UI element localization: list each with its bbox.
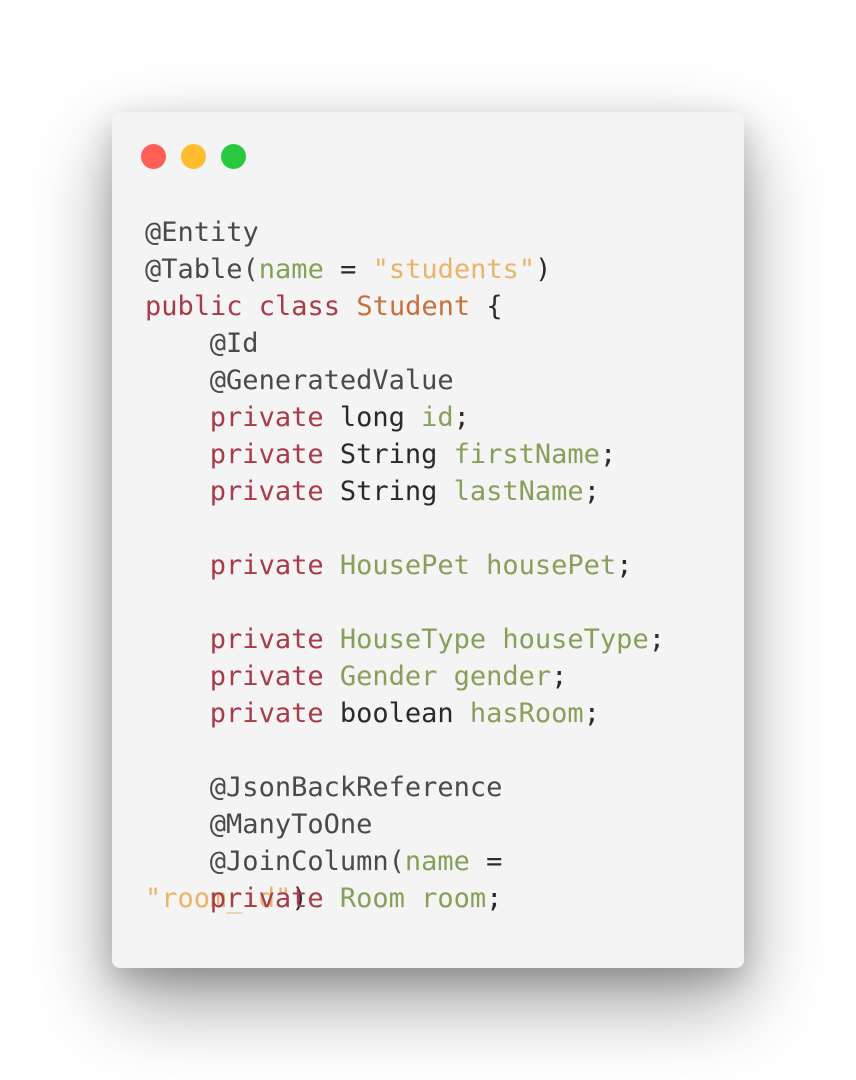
- code-token-annotation: @JsonBackReference: [209, 772, 503, 803]
- code-token-plain: String: [339, 476, 454, 507]
- code-token-type: id: [421, 402, 454, 433]
- code-token-type: Gender gender: [339, 661, 552, 692]
- code-token-annotation: @ManyToOne: [209, 809, 373, 840]
- code-token-plain: ;: [551, 661, 568, 692]
- code-line: @JoinColumn(name =: [210, 843, 503, 880]
- code-line: private String firstName;: [210, 436, 616, 473]
- code-line: private Room room;: [210, 880, 503, 917]
- code-token-plain: ;: [599, 439, 617, 470]
- code-token-keyword: private: [209, 698, 340, 729]
- close-dot[interactable]: [141, 144, 166, 169]
- code-line: @Entity: [145, 214, 259, 251]
- code-window: @Entity @Table(name = "students") public c…: [112, 112, 744, 968]
- code-token-keyword: private: [209, 624, 340, 655]
- code-token-type: firstName: [453, 439, 600, 470]
- code-token-annotation: @Table(: [145, 254, 259, 285]
- code-token-plain: ;: [583, 476, 600, 507]
- code-line: @Table(name = "students"): [145, 251, 551, 288]
- code-token-keyword: public class: [145, 291, 357, 322]
- code-token-keyword: private: [209, 883, 340, 914]
- minimize-dot[interactable]: [181, 144, 206, 169]
- code-line: private boolean hasRoom;: [210, 695, 600, 732]
- code-token-plain: boolean: [339, 698, 470, 729]
- code-token-annotation: @JoinColumn(: [209, 846, 405, 877]
- code-line: @JsonBackReference: [210, 769, 503, 806]
- code-token-annotation: @Entity: [145, 217, 259, 248]
- code-token-keyword: private: [209, 550, 340, 581]
- code-token-annotation: @GeneratedValue: [209, 365, 454, 396]
- code-token-type: HouseType houseType: [339, 624, 649, 655]
- code-line: @Id: [210, 325, 259, 362]
- code-line: private HouseType houseType;: [210, 621, 665, 658]
- code-token-plain: =: [323, 254, 373, 285]
- code-token-type: name: [258, 254, 324, 285]
- code-token-plain: ;: [616, 550, 633, 581]
- code-token-type: hasRoom: [469, 698, 584, 729]
- code-token-plain: long: [339, 402, 422, 433]
- code-token-keyword: private: [209, 661, 340, 692]
- code-token-annotation: @Id: [209, 328, 259, 359]
- code-token-type: name: [404, 846, 470, 877]
- maximize-dot[interactable]: [221, 144, 246, 169]
- code-token-keyword: private: [209, 402, 340, 433]
- code-line: public class Student {: [145, 288, 503, 325]
- code-token-string: "students": [372, 254, 536, 285]
- code-token-plain: String: [339, 439, 454, 470]
- code-token-plain: ;: [486, 883, 503, 914]
- code-token-keyword: private: [209, 439, 340, 470]
- code-line: private String lastName;: [210, 473, 600, 510]
- code-token-plain: =: [469, 846, 503, 877]
- code-line: private HousePet housePet;: [210, 547, 633, 584]
- code-line: private long id;: [210, 399, 470, 436]
- code-token-type: HousePet housePet: [339, 550, 617, 581]
- code-token-type: lastName: [453, 476, 584, 507]
- code-line: @GeneratedValue: [210, 362, 454, 399]
- code-token-plain: ;: [648, 624, 665, 655]
- code-token-type: Room room: [339, 883, 487, 914]
- code-token-plain: ;: [453, 402, 470, 433]
- code-line: private Gender gender;: [210, 658, 568, 695]
- code-token-plain: ;: [583, 698, 600, 729]
- code-token-class-name: Student: [356, 291, 471, 322]
- code-token-keyword: private: [209, 476, 340, 507]
- code-line: @ManyToOne: [210, 806, 373, 843]
- code-token-plain: {: [470, 291, 503, 322]
- code-token-plain: ): [535, 254, 552, 285]
